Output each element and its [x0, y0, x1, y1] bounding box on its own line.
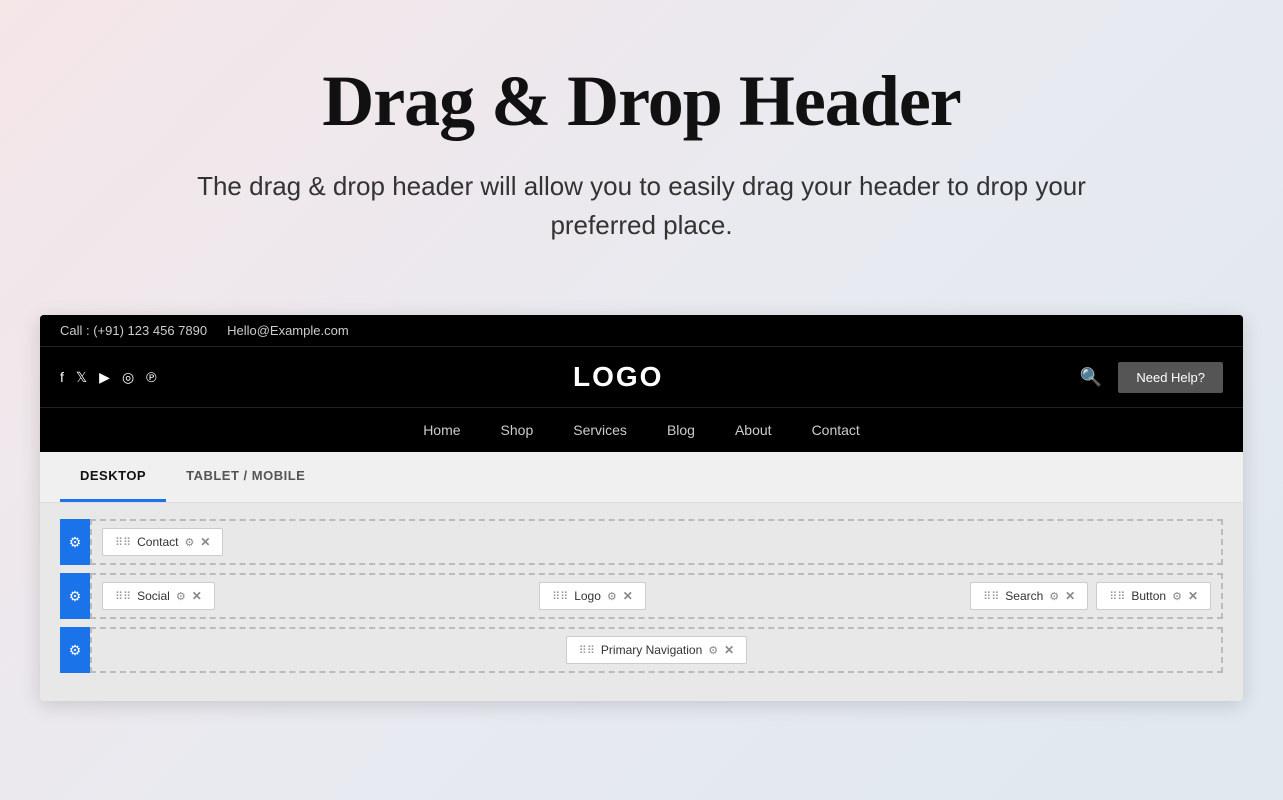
twitter-icon[interactable]: 𝕏: [76, 369, 87, 386]
nav-item-home[interactable]: Home: [423, 422, 460, 438]
button-drag-item[interactable]: ⠿⠿ Button ⚙ ✕: [1096, 582, 1211, 610]
primary-navigation-label: Primary Navigation: [601, 643, 702, 657]
social-drag-item[interactable]: ⠿⠿ Social ⚙ ✕: [102, 582, 215, 610]
pinterest-icon[interactable]: ℗: [146, 369, 156, 385]
row2-center: ⠿⠿ Logo ⚙ ✕: [539, 582, 646, 610]
builder-row-1: ⚙ ⠿⠿ Contact ⚙ ✕: [60, 519, 1223, 565]
builder-section: ⚙ ⠿⠿ Contact ⚙ ✕ ⚙ ⠿⠿ S: [40, 503, 1243, 701]
logo-label: Logo: [574, 589, 601, 603]
search-gear-icon[interactable]: ⚙: [1049, 590, 1059, 603]
social-close-icon[interactable]: ✕: [192, 589, 202, 603]
builder-row-3: ⚙ ⠿⠿ Primary Navigation ⚙ ✕: [60, 627, 1223, 673]
social-gear-icon[interactable]: ⚙: [176, 590, 186, 603]
header-search-icon[interactable]: 🔍: [1080, 367, 1102, 388]
nav-item-contact[interactable]: Contact: [812, 422, 860, 438]
nav-item-about[interactable]: About: [735, 422, 772, 438]
row3-settings-button[interactable]: ⚙: [60, 627, 90, 673]
nav-item-services[interactable]: Services: [573, 422, 627, 438]
contact-label: Contact: [137, 535, 178, 549]
social-drag-icon: ⠿⠿: [115, 590, 131, 603]
instagram-icon[interactable]: ◎: [122, 369, 134, 386]
header-actions: 🔍 Need Help?: [1080, 362, 1223, 393]
nav-close-icon[interactable]: ✕: [724, 643, 734, 657]
phone-text: Call : (+91) 123 456 7890: [60, 323, 207, 338]
email-text: Hello@Example.com: [227, 323, 349, 338]
social-label: Social: [137, 589, 170, 603]
youtube-icon[interactable]: ▶: [99, 369, 110, 386]
tab-tablet-mobile[interactable]: TABLET / MOBILE: [166, 452, 325, 502]
search-drag-icon: ⠿⠿: [983, 590, 999, 603]
header-logo: LOGO: [573, 361, 663, 393]
header-nav-row: Home Shop Services Blog About Contact: [40, 407, 1243, 452]
header-preview: Call : (+91) 123 456 7890 Hello@Example.…: [40, 315, 1243, 452]
nav-gear-icon[interactable]: ⚙: [708, 644, 718, 657]
social-icons-group: f 𝕏 ▶ ◎ ℗: [60, 369, 157, 386]
primary-navigation-drag-item[interactable]: ⠿⠿ Primary Navigation ⚙ ✕: [566, 636, 747, 664]
demo-container: Call : (+91) 123 456 7890 Hello@Example.…: [40, 315, 1243, 701]
button-close-icon[interactable]: ✕: [1188, 589, 1198, 603]
row2-settings-button[interactable]: ⚙: [60, 573, 90, 619]
hero-subtitle: The drag & drop header will allow you to…: [192, 167, 1092, 245]
row2-left: ⠿⠿ Social ⚙ ✕: [102, 582, 215, 610]
logo-gear-icon[interactable]: ⚙: [607, 590, 617, 603]
row1-content: ⠿⠿ Contact ⚙ ✕: [90, 519, 1223, 565]
logo-drag-icon: ⠿⠿: [552, 590, 568, 603]
contact-drag-icon: ⠿⠿: [115, 536, 131, 549]
button-label: Button: [1131, 589, 1166, 603]
row2-gear-icon: ⚙: [69, 588, 82, 605]
contact-close-icon[interactable]: ✕: [200, 535, 210, 549]
facebook-icon[interactable]: f: [60, 369, 64, 385]
page-title: Drag & Drop Header: [20, 60, 1263, 143]
header-top-bar: Call : (+91) 123 456 7890 Hello@Example.…: [40, 315, 1243, 347]
row2-right: ⠿⠿ Search ⚙ ✕ ⠿⠿ Button ⚙ ✕: [970, 582, 1211, 610]
search-drag-item[interactable]: ⠿⠿ Search ⚙ ✕: [970, 582, 1088, 610]
contact-gear-icon[interactable]: ⚙: [184, 536, 194, 549]
contact-drag-item[interactable]: ⠿⠿ Contact ⚙ ✕: [102, 528, 223, 556]
nav-item-blog[interactable]: Blog: [667, 422, 695, 438]
button-gear-icon[interactable]: ⚙: [1172, 590, 1182, 603]
row3-gear-icon: ⚙: [69, 642, 82, 659]
tab-desktop[interactable]: DESKTOP: [60, 452, 166, 502]
row3-content: ⠿⠿ Primary Navigation ⚙ ✕: [90, 627, 1223, 673]
need-help-button[interactable]: Need Help?: [1118, 362, 1223, 393]
logo-close-icon[interactable]: ✕: [623, 589, 633, 603]
row2-content: ⠿⠿ Social ⚙ ✕ ⠿⠿ Logo ⚙ ✕: [90, 573, 1223, 619]
header-main-row: f 𝕏 ▶ ◎ ℗ LOGO 🔍 Need Help?: [40, 347, 1243, 407]
builder-row-2: ⚙ ⠿⠿ Social ⚙ ✕ ⠿⠿ Logo: [60, 573, 1223, 619]
search-label: Search: [1005, 589, 1043, 603]
hero-section: Drag & Drop Header The drag & drop heade…: [0, 0, 1283, 285]
search-close-icon[interactable]: ✕: [1065, 589, 1075, 603]
row1-settings-button[interactable]: ⚙: [60, 519, 90, 565]
nav-drag-icon: ⠿⠿: [579, 644, 595, 657]
button-drag-icon: ⠿⠿: [1109, 590, 1125, 603]
row1-gear-icon: ⚙: [69, 534, 82, 551]
view-tabs: DESKTOP TABLET / MOBILE: [40, 452, 1243, 503]
nav-item-shop[interactable]: Shop: [501, 422, 534, 438]
logo-drag-item[interactable]: ⠿⠿ Logo ⚙ ✕: [539, 582, 646, 610]
